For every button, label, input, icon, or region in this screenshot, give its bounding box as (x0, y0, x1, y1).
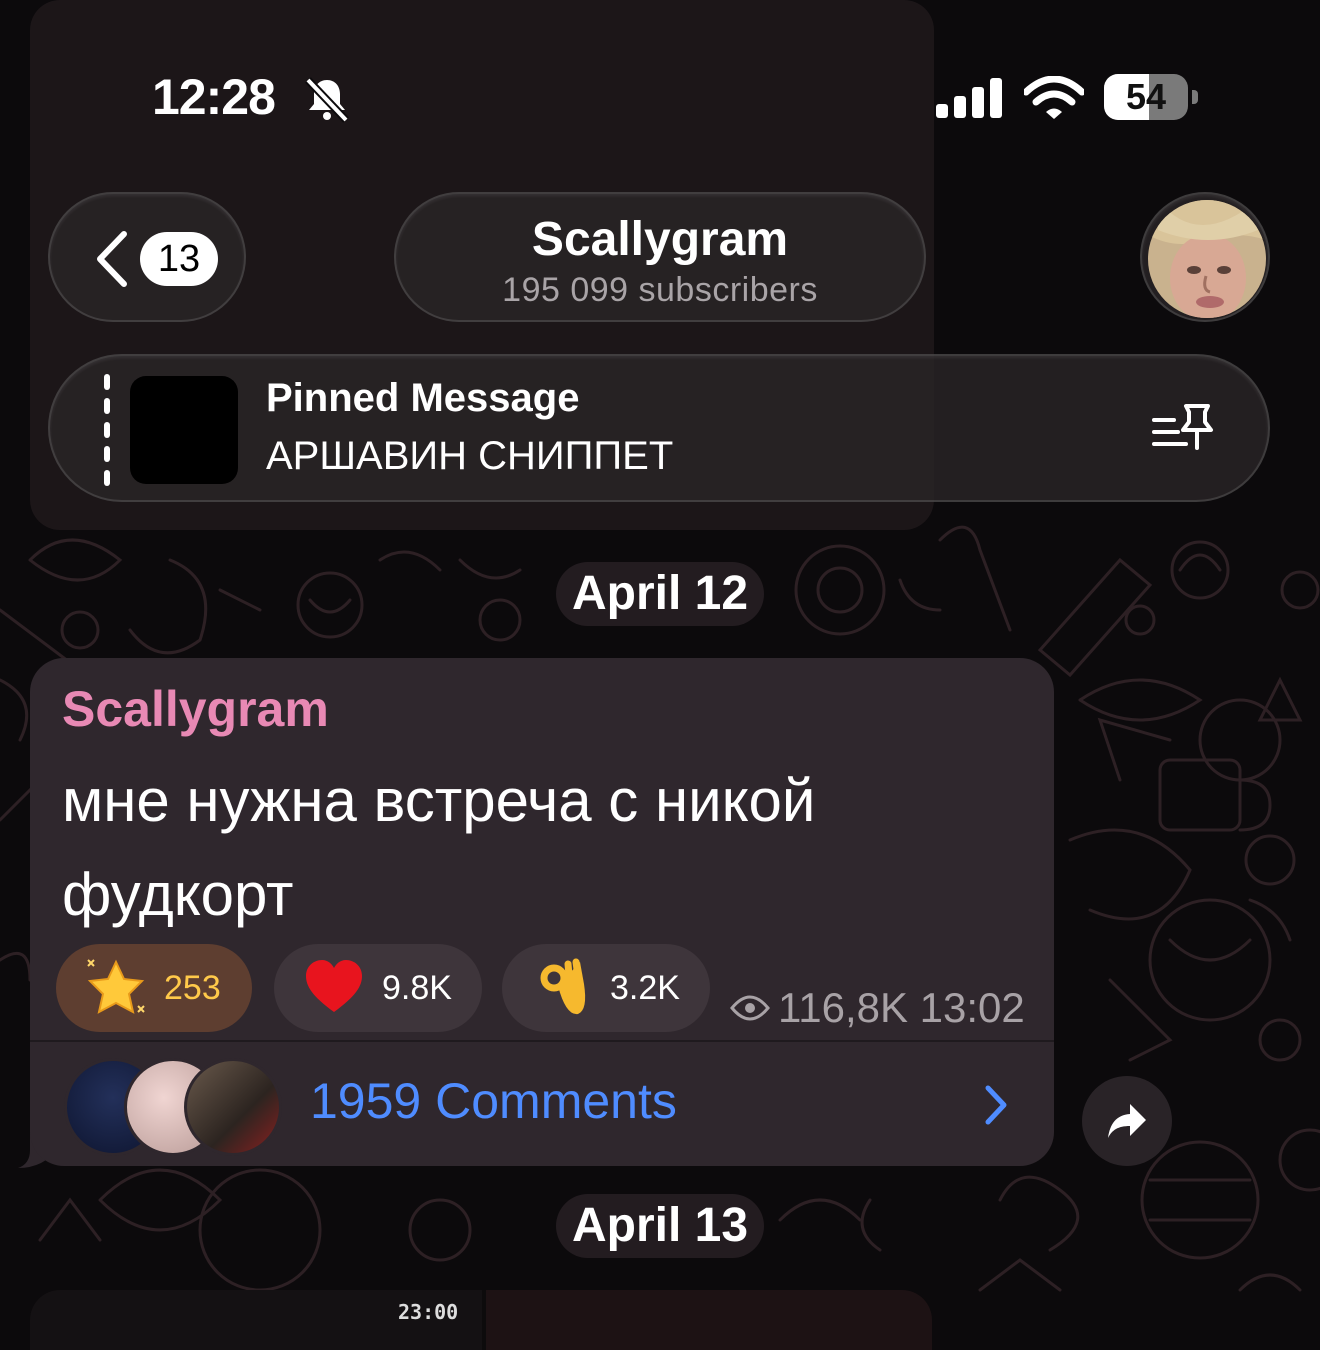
eye-icon (730, 995, 770, 1021)
reaction-heart[interactable]: 9.8K (274, 944, 482, 1032)
reaction-heart-count: 9.8K (382, 969, 452, 1007)
date-separator: April 13 (556, 1194, 764, 1258)
cellular-signal-icon (936, 78, 1002, 118)
next-post-media-preview[interactable]: 23:00 (30, 1290, 932, 1350)
view-count: 116,8K (778, 984, 908, 1031)
channel-name: Scallygram (531, 213, 789, 266)
media-image-left: 23:00 (30, 1290, 482, 1350)
pinned-title: Pinned Message (266, 376, 580, 420)
pinned-message-bar[interactable]: Pinned Message АРШАВИН СНИППЕТ (48, 354, 1270, 502)
channel-title-button[interactable]: Scallygram 195 099 subscribers (394, 192, 926, 322)
pinned-position-indicator (104, 374, 110, 486)
ok-hand-icon (540, 958, 586, 1015)
comments-button[interactable]: 1959 Comments (30, 1042, 1054, 1166)
battery-indicator: 54 (1104, 74, 1200, 120)
battery-percent: 54 (1125, 76, 1167, 117)
subscriber-count: 195 099 subscribers (502, 271, 818, 309)
reaction-star[interactable]: 253 (56, 944, 252, 1032)
channel-avatar-image (1148, 200, 1266, 318)
channel-avatar[interactable] (1140, 192, 1270, 322)
pinned-text: АРШАВИН СНИППЕТ (266, 434, 674, 478)
wifi-icon (1024, 76, 1084, 119)
post-author: Scallygram (62, 681, 329, 737)
unread-count-badge: 13 (140, 232, 218, 286)
reaction-star-count: 253 (164, 969, 221, 1007)
reaction-ok-hand[interactable]: 3.2K (502, 944, 710, 1032)
comments-label: 1959 Comments (310, 1073, 677, 1129)
star-icon (87, 959, 145, 1014)
share-button[interactable] (1082, 1076, 1172, 1166)
date-separator: April 12 (556, 562, 764, 626)
post-text: мне нужна встреча с никой фудкорт (62, 767, 816, 928)
back-button[interactable]: 13 (48, 192, 246, 322)
channel-post[interactable]: Scallygram мне нужна встреча с никой фуд… (30, 658, 1054, 1166)
pinned-thumbnail (130, 376, 238, 484)
reaction-ok-count: 3.2K (610, 969, 680, 1007)
bell-slash-icon (305, 77, 349, 123)
chevron-right-icon (985, 1085, 1007, 1125)
media-image-right (486, 1290, 932, 1350)
pinned-list-icon[interactable] (1150, 400, 1216, 460)
post-meta: 116,8K 13:02 (730, 984, 1025, 1032)
post-time: 13:02 (919, 984, 1025, 1031)
heart-icon (306, 960, 362, 1012)
chevron-left-icon (97, 231, 127, 287)
commenter-avatar (184, 1058, 282, 1156)
share-arrow-icon (1108, 1104, 1146, 1138)
status-time: 12:28 (152, 69, 276, 125)
